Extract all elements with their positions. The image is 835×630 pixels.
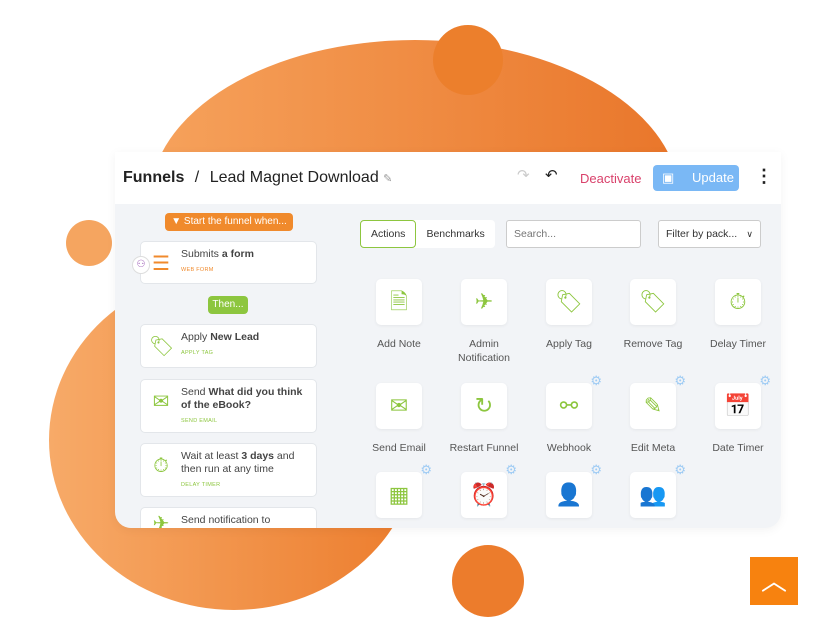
action-label: Date Timer: [712, 442, 764, 454]
save-icon: ▣: [662, 170, 675, 185]
email-icon: ✉: [389, 393, 409, 418]
action-tile[interactable]: ✎ ⚙: [630, 374, 686, 429]
start-funnel-badge: ▼ Start the funnel when...: [165, 213, 293, 231]
tab-actions[interactable]: Actions: [360, 220, 417, 248]
gear-icon[interactable]: ⚙: [590, 463, 602, 476]
action-tile[interactable]: 🏷: [546, 279, 592, 325]
editor-header: Funnels / Lead Magnet Download ✎ ↷ ↶ Dea…: [115, 152, 781, 204]
action-label: Apply Tag: [546, 338, 592, 350]
action-label: Add Note: [377, 338, 421, 350]
action-label: Restart Funnel: [449, 442, 519, 454]
gear-icon[interactable]: ⚙: [590, 374, 602, 387]
tag-plus-icon: 🏷: [149, 336, 175, 358]
timer-icon: ⏱: [153, 455, 169, 477]
step-send-email[interactable]: ✉ Send What did you think of the eBook? …: [140, 379, 317, 433]
email-icon: ✉: [152, 391, 170, 413]
alarm-icon: ⏰: [470, 482, 498, 507]
action-label: Edit Meta: [630, 442, 676, 454]
action-tile[interactable]: ⏱: [715, 279, 761, 325]
decor-blob-bottom: [452, 545, 524, 617]
calendar-icon: 📅: [724, 393, 752, 418]
action-tile[interactable]: ▦ ⚙: [376, 463, 432, 518]
action-tile[interactable]: 👤 ⚙: [546, 463, 602, 518]
undo-icon[interactable]: ↶: [545, 166, 558, 184]
benchmark-icon: ⚇: [132, 256, 150, 274]
funnel-editor: Funnels / Lead Magnet Download ✎ ↷ ↶ Dea…: [115, 152, 781, 528]
action-tile[interactable]: 🗎: [376, 279, 422, 325]
action-tile[interactable]: ↻: [461, 383, 507, 429]
breadcrumb-funnels[interactable]: Funnels: [123, 169, 184, 186]
breadcrumb: Funnels / Lead Magnet Download ✎: [123, 169, 392, 187]
tag-plus-icon: 🏷: [555, 289, 583, 314]
edit-pencil-icon[interactable]: ✎: [383, 173, 392, 185]
then-badge: Then...: [208, 296, 248, 314]
filter-dropdown[interactable]: Filter by pack... ∨: [658, 220, 761, 248]
funnel-steps-panel: ▼ Start the funnel when... ☰ Submits a f…: [115, 204, 331, 528]
webhook-icon: ⚯: [559, 393, 579, 418]
action-label: Admin Notification: [458, 338, 510, 364]
restart-icon: ↻: [474, 393, 494, 418]
calendar-list-icon: ▦: [388, 482, 410, 507]
gear-icon[interactable]: ⚙: [759, 374, 771, 387]
trigger-step[interactable]: ☰ Submits a form WEB FORM: [140, 241, 317, 284]
scroll-to-top-button[interactable]: ︿: [750, 557, 798, 605]
action-tile[interactable]: ✉: [376, 383, 422, 429]
action-tile[interactable]: 🏷: [630, 279, 676, 325]
action-tile[interactable]: 📅 ⚙: [715, 374, 771, 429]
paper-plane-icon: ✈: [474, 289, 494, 314]
web-form-icon: ☰: [152, 253, 170, 275]
action-label: Remove Tag: [623, 338, 683, 350]
tag-minus-icon: 🏷: [639, 289, 667, 314]
step-apply-tag[interactable]: 🏷 Apply New Lead APPLY TAG: [140, 324, 317, 368]
deactivate-button[interactable]: Deactivate: [580, 171, 641, 186]
note-icon: 🗎: [390, 289, 408, 314]
user-star-icon: 👤: [555, 482, 583, 507]
timer-icon: ⏱: [729, 289, 747, 314]
step-admin-notification[interactable]: ✈ Send notification to: [140, 507, 317, 528]
more-menu-icon[interactable]: ⋮: [755, 166, 773, 187]
gear-icon[interactable]: ⚙: [674, 463, 686, 476]
gear-icon[interactable]: ⚙: [674, 374, 686, 387]
action-label: Webhook: [546, 442, 592, 454]
decor-blob-small: [66, 220, 112, 266]
action-label: Send Email: [372, 442, 426, 454]
action-tile[interactable]: ✈: [461, 279, 507, 325]
gear-icon[interactable]: ⚙: [420, 463, 432, 476]
action-tile[interactable]: ⚯ ⚙: [546, 374, 602, 429]
search-input[interactable]: [506, 220, 641, 248]
group-check-icon: 👥: [639, 482, 667, 507]
step-delay-timer[interactable]: ⏱ Wait at least 3 days and then run at a…: [140, 443, 317, 497]
chevron-down-icon: ∨: [746, 229, 753, 239]
action-tile[interactable]: 👥 ⚙: [630, 463, 686, 518]
edit-meta-icon: ✎: [643, 393, 663, 418]
action-tabs: Actions Benchmarks: [360, 220, 495, 248]
update-button[interactable]: ▣ Update: [653, 165, 739, 191]
redo-icon[interactable]: ↷: [517, 166, 530, 184]
admin-notification-icon: ✈: [152, 513, 170, 528]
funnel-title[interactable]: Lead Magnet Download: [210, 169, 379, 186]
gear-icon[interactable]: ⚙: [505, 463, 517, 476]
action-label: Delay Timer: [709, 338, 766, 350]
action-tile[interactable]: ⏰ ⚙: [461, 463, 517, 518]
tab-benchmarks[interactable]: Benchmarks: [416, 220, 494, 248]
breadcrumb-separator: /: [194, 169, 200, 186]
decor-blob-top: [433, 25, 503, 95]
